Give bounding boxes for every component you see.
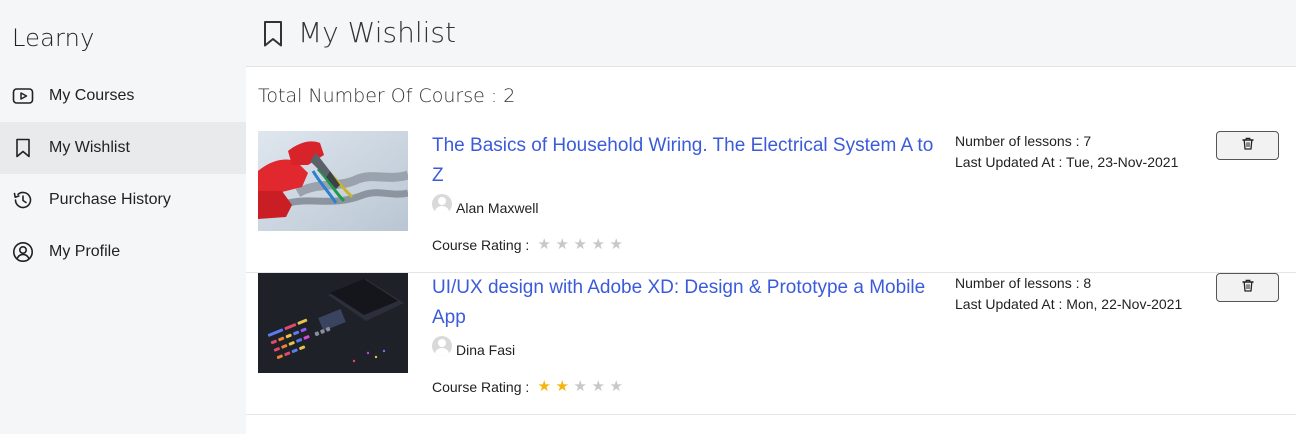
sidebar-item-label: My Courses: [49, 87, 135, 104]
bookmark-icon: [262, 20, 284, 48]
wishlist-course-card: The Basics of Household Wiring. The Elec…: [246, 131, 1296, 273]
star-icon: ★: [591, 378, 605, 395]
star-icon: ★: [537, 378, 551, 395]
course-meta: Number of lessons : 7 Last Updated At : …: [955, 131, 1195, 173]
sidebar-item-my-wishlist[interactable]: My Wishlist: [0, 122, 246, 174]
author-name: Dina Fasi: [456, 342, 516, 358]
course-meta: Number of lessons : 8 Last Updated At : …: [955, 273, 1195, 315]
avatar: [432, 336, 452, 356]
course-thumbnail[interactable]: [258, 131, 408, 231]
star-icon: ★: [591, 236, 605, 253]
rating-stars: ★ ★ ★ ★ ★: [535, 237, 625, 253]
rating-label: Course Rating :: [432, 379, 530, 395]
trash-icon: [1241, 279, 1254, 297]
sidebar-item-my-courses[interactable]: My Courses: [0, 70, 246, 122]
play-icon: [12, 85, 34, 107]
remove-from-wishlist-button[interactable]: [1216, 131, 1279, 160]
star-icon: ★: [555, 378, 569, 395]
star-icon: ★: [609, 378, 623, 395]
star-icon: ★: [609, 236, 623, 253]
star-icon: ★: [555, 236, 569, 253]
last-updated: Last Updated At : Tue, 23-Nov-2021: [955, 154, 1179, 170]
avatar: [432, 194, 452, 214]
sidebar-item-label: My Profile: [49, 243, 121, 260]
page-title: My Wishlist: [298, 16, 456, 49]
total-course-count: Total Number Of Course : 2: [258, 85, 516, 107]
course-title-link[interactable]: UI/UX design with Adobe XD: Design & Pro…: [432, 273, 942, 333]
trash-icon: [1241, 137, 1254, 155]
star-icon: ★: [573, 236, 587, 253]
course-author: Alan Maxwell: [432, 194, 539, 219]
lesson-count: Number of lessons : 8: [955, 275, 1092, 291]
page-header: My Wishlist: [246, 0, 1296, 67]
sidebar: Learny My Courses My Wishlist Purchase H…: [0, 0, 246, 434]
brand-logo[interactable]: Learny: [12, 24, 94, 52]
sidebar-item-label: My Wishlist: [49, 139, 130, 156]
rating-label: Course Rating :: [432, 237, 530, 253]
lesson-count: Number of lessons : 7: [955, 133, 1092, 149]
sidebar-item-label: Purchase History: [49, 191, 171, 208]
course-rating: Course Rating : ★ ★ ★ ★ ★: [432, 237, 625, 254]
course-author: Dina Fasi: [432, 336, 516, 361]
history-icon: [12, 189, 34, 211]
remove-from-wishlist-button[interactable]: [1216, 273, 1279, 302]
last-updated: Last Updated At : Mon, 22-Nov-2021: [955, 296, 1183, 312]
bookmark-icon: [12, 137, 34, 159]
rating-stars: ★ ★ ★ ★ ★: [535, 379, 625, 395]
author-name: Alan Maxwell: [456, 200, 539, 216]
course-thumbnail[interactable]: [258, 273, 408, 373]
course-title-link[interactable]: The Basics of Household Wiring. The Elec…: [432, 131, 942, 191]
sidebar-item-my-profile[interactable]: My Profile: [0, 226, 246, 278]
star-icon: ★: [573, 378, 587, 395]
wishlist-course-card: UI/UX design with Adobe XD: Design & Pro…: [246, 273, 1296, 415]
user-circle-icon: [12, 241, 34, 263]
course-rating: Course Rating : ★ ★ ★ ★ ★: [432, 379, 625, 396]
star-icon: ★: [537, 236, 551, 253]
sidebar-item-purchase-history[interactable]: Purchase History: [0, 174, 246, 226]
